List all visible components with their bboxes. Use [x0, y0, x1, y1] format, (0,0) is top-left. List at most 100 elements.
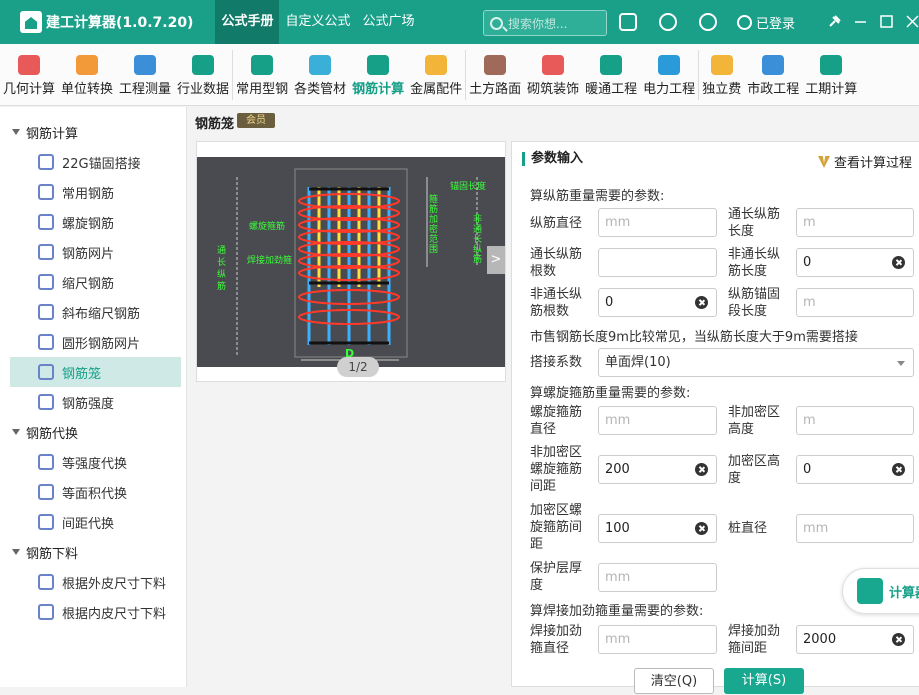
clear-icon[interactable] [892, 463, 905, 476]
toolbar-item[interactable]: 几何计算 [0, 44, 58, 106]
toolbar-item[interactable]: 电力工程 [640, 44, 698, 106]
clear-icon[interactable] [695, 296, 708, 309]
headset-icon[interactable] [659, 13, 677, 31]
pile-dia-input[interactable]: mm [796, 514, 914, 543]
toolbar-item[interactable]: 砌筑装饰 [524, 44, 582, 106]
label-non-through-rebar: 非通长纵筋 [473, 215, 483, 265]
pin-icon[interactable] [827, 14, 842, 29]
maximize-icon[interactable] [879, 14, 894, 29]
clear-icon[interactable] [892, 633, 905, 646]
tab-formula-manual[interactable]: 公式手册 [215, 0, 280, 44]
sidebar-item[interactable]: 22G锚固搭接 [10, 147, 181, 177]
toolbar-item[interactable]: 工程测量 [116, 44, 174, 106]
floating-calculator-button[interactable]: 计算器 [842, 568, 919, 614]
long-dia-input[interactable]: mm [598, 208, 717, 237]
rebar-item-icon [38, 514, 54, 530]
clear-icon[interactable] [892, 256, 905, 269]
search-input[interactable]: 搜索你想... [483, 10, 607, 36]
metal-fitting-icon [425, 55, 448, 75]
through-len-input[interactable]: m [796, 208, 914, 237]
help-icon[interactable] [619, 13, 637, 31]
diagram-panel: 锚固长度 箍筋加密范围 非通长纵筋 通长纵筋 螺旋箍筋 焊接加劲箍 D > 1/… [196, 141, 506, 382]
sidebar-item[interactable]: 斜布缩尺钢筋 [10, 297, 181, 327]
weld-spacing-input[interactable]: 2000 [796, 625, 914, 654]
gear-icon[interactable] [699, 13, 717, 31]
toolbar-item[interactable]: 常用型钢 [233, 44, 291, 106]
municipal-icon [762, 55, 785, 75]
toolbar-item[interactable]: 暖通工程 [582, 44, 640, 106]
label-splice: 搭接系数 [530, 355, 583, 370]
fan-icon [600, 55, 623, 75]
sidebar-item[interactable]: 等强度代换 [10, 447, 181, 477]
dense-spacing-value: 100 [605, 521, 630, 536]
sidebar-item-label: 根据外皮尺寸下料 [62, 576, 167, 592]
sidebar-group[interactable]: 钢筋下料 [0, 537, 186, 567]
label-non-through-count: 非通长纵筋根数 [530, 287, 583, 319]
label-non-dense-h: 非加密区高度 [728, 405, 781, 437]
toolbar-item[interactable]: 工期计算 [802, 44, 860, 106]
sidebar-item[interactable]: 钢筋笼 [10, 357, 181, 387]
cover-input[interactable]: mm [598, 563, 717, 592]
tab-custom-formula[interactable]: 自定义公式 [279, 0, 356, 44]
sidebar-item-label: 钢筋网片 [62, 246, 115, 262]
sidebar-item[interactable]: 常用钢筋 [10, 177, 181, 207]
close-icon[interactable] [905, 14, 919, 29]
toolbar-item[interactable]: 行业数据 [174, 44, 232, 106]
splice-value: 单面焊(10) [605, 355, 671, 370]
sidebar-item-label: 圆形钢筋网片 [62, 336, 141, 352]
rebar-item-icon [38, 484, 54, 500]
minimize-icon[interactable] [853, 14, 868, 29]
user-login[interactable]: 已登录 [737, 13, 795, 32]
rebar-icon [367, 55, 390, 75]
non-through-len-value: 0 [803, 255, 812, 270]
clear-icon[interactable] [695, 522, 708, 535]
sidebar-group[interactable]: 钢筋计算 [0, 117, 186, 147]
sidebar-item[interactable]: 根据外皮尺寸下料 [10, 567, 181, 597]
section-weld: 算焊接加劲箍重量需要的参数: [530, 604, 704, 619]
tab-formula-square[interactable]: 公式广场 [357, 0, 421, 44]
next-image-arrow[interactable]: > [487, 246, 505, 274]
non-dense-h-input[interactable]: m [796, 406, 914, 435]
sidebar-group[interactable]: 钢筋代换 [0, 417, 186, 447]
form-header: 参数输入 [522, 152, 583, 166]
cube-icon [18, 55, 40, 75]
label-dense-h: 加密区高度 [728, 454, 781, 486]
toolbar-item[interactable]: 独立费 [699, 44, 744, 106]
sidebar-item[interactable]: 螺旋钢筋 [10, 207, 181, 237]
unit-cm-icon [76, 55, 99, 75]
dense-spacing-input[interactable]: 100 [598, 514, 717, 543]
tools-icon [251, 55, 274, 75]
clear-button[interactable]: 清空(Q) [634, 668, 714, 694]
through-count-input[interactable] [598, 248, 717, 277]
label-non-dense-spacing: 非加密区螺旋箍筋间距 [530, 445, 583, 494]
non-through-count-input[interactable]: 0 [598, 288, 717, 317]
non-through-len-input[interactable]: 0 [796, 248, 914, 277]
dense-h-input[interactable]: 0 [796, 455, 914, 484]
sidebar-item-label: 常用钢筋 [62, 186, 115, 202]
toolbar-item[interactable]: 钢筋计算 [349, 44, 407, 106]
sidebar-item[interactable]: 间距代换 [10, 507, 181, 537]
toolbar-item[interactable]: 土方路面 [466, 44, 524, 106]
sidebar-item[interactable]: 缩尺钢筋 [10, 267, 181, 297]
section-spiral: 算螺旋箍筋重量需要的参数: [530, 386, 691, 401]
sidebar-item[interactable]: 圆形钢筋网片 [10, 327, 181, 357]
weld-dia-input[interactable]: mm [598, 625, 717, 654]
toolbar-item[interactable]: 金属配件 [407, 44, 465, 106]
toolbar-item-label: 工程测量 [119, 82, 172, 97]
sidebar-item[interactable]: 根据内皮尺寸下料 [10, 597, 181, 627]
anchor-len-input[interactable]: m [796, 288, 914, 317]
sidebar-item[interactable]: 钢筋网片 [10, 237, 181, 267]
splice-select[interactable]: 单面焊(10) [598, 348, 914, 377]
view-calc-process-link[interactable]: 查看计算过程 [818, 152, 912, 171]
calculate-button[interactable]: 计算(S) [724, 668, 804, 694]
sidebar-item[interactable]: 等面积代换 [10, 477, 181, 507]
toolbar-item[interactable]: 各类管材 [291, 44, 349, 106]
calculator-icon [857, 578, 883, 604]
clear-icon[interactable] [695, 463, 708, 476]
toolbar-item[interactable]: 单位转换 [58, 44, 116, 106]
spiral-dia-input[interactable]: mm [598, 406, 717, 435]
non-dense-spacing-input[interactable]: 200 [598, 455, 717, 484]
toolbar-item[interactable]: 市政工程 [744, 44, 802, 106]
sidebar-item[interactable]: 钢筋强度 [10, 387, 181, 417]
toolbar-item-label: 市政工程 [747, 82, 800, 97]
